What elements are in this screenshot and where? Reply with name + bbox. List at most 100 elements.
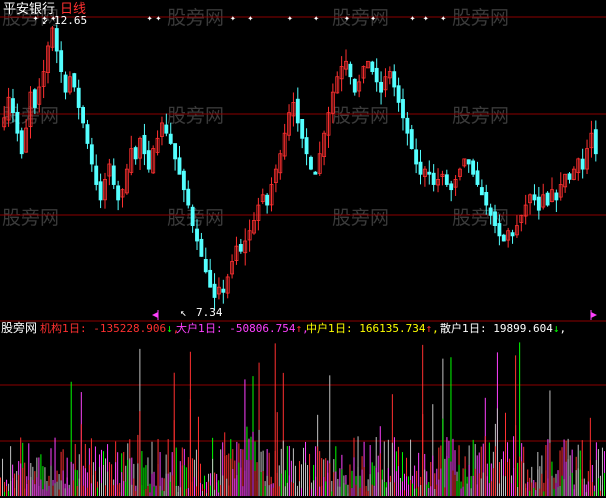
- candle-body: [190, 206, 195, 226]
- candle-body: [168, 133, 173, 144]
- legend-dahu-name: 大户1日: [176, 321, 216, 335]
- candle-body: [501, 234, 506, 242]
- candle-body: [59, 50, 64, 73]
- candle-body: [98, 181, 103, 201]
- watermark-text: 股旁网: [332, 105, 389, 127]
- candle-body: [203, 259, 208, 273]
- candle-body: [396, 85, 401, 103]
- candle-body: [304, 137, 309, 155]
- high-price-label: 12.65: [54, 14, 87, 27]
- candle-body: [208, 269, 213, 288]
- candle-body: [63, 74, 68, 93]
- candle-body: [418, 161, 423, 175]
- candle-body: [567, 173, 572, 180]
- candle-body: [81, 107, 86, 124]
- candle-body: [479, 187, 484, 196]
- high-arrow-icon: ↙: [42, 14, 49, 27]
- candle-body: [379, 81, 384, 93]
- candle-body: [431, 172, 436, 185]
- watermark-text: 股旁网: [167, 105, 224, 127]
- candle-body: [177, 157, 182, 175]
- signal-star-icon: ✦: [147, 13, 153, 24]
- candle-body: [444, 174, 449, 185]
- legend-sanhu-value: 19899.604: [493, 322, 553, 335]
- low-price-label: 7.34: [196, 306, 223, 319]
- candle-body: [72, 73, 77, 88]
- candle-body: [295, 98, 300, 124]
- candle-body: [580, 158, 585, 170]
- signal-star-icon: ✦: [287, 13, 293, 24]
- candle-body: [352, 78, 357, 93]
- candle-body: [466, 159, 471, 165]
- candle-body: [116, 185, 121, 201]
- candle-body: [554, 192, 559, 201]
- candle-body: [593, 129, 598, 155]
- candle-body: [94, 165, 99, 185]
- stock-chart[interactable]: 股旁网 股旁网 股旁网 股旁网股旁网 股旁网 股旁网 股旁网股旁网 股旁网 股旁网 股旁网 ✦ ✦ ✦…: [0, 0, 606, 498]
- candle-body: [300, 118, 305, 139]
- signal-star-icon: ✦: [370, 13, 376, 24]
- candle-body: [374, 67, 379, 83]
- candle-body: [181, 170, 186, 191]
- candle-body: [146, 150, 151, 170]
- signal-star-icon: ✦: [410, 13, 416, 24]
- candle-body: [212, 283, 217, 298]
- signal-star-icon: ✦: [423, 13, 429, 24]
- signal-star-icon: ✦: [344, 13, 350, 24]
- watermark-text: 股旁网: [452, 105, 509, 127]
- signal-star-icon: ✦: [440, 13, 446, 24]
- candle-body: [449, 183, 454, 191]
- candle-body: [414, 149, 419, 165]
- candle-body: [54, 28, 59, 52]
- candle-body: [475, 170, 480, 185]
- candle-body: [497, 223, 502, 237]
- candle-body: [532, 194, 537, 201]
- watermark-text: 股旁网: [332, 207, 389, 229]
- legend-zhonghu-arrow-icon: ↑: [425, 322, 432, 335]
- legend-zhonghu-name: 中户1日: [306, 321, 346, 335]
- low-arrow-icon: ↖: [180, 306, 187, 319]
- candle-body: [19, 130, 24, 155]
- legend-dahu: 大户1日: -50806.754↑,: [176, 321, 309, 335]
- legend-jigou-value: -135228.906: [93, 322, 166, 335]
- candle-body: [484, 191, 489, 206]
- candle-body: [32, 89, 37, 108]
- candle-body: [370, 61, 375, 73]
- candle-body: [401, 99, 405, 119]
- candle-body: [493, 211, 497, 226]
- signal-star-icon: ✦: [155, 13, 161, 24]
- watermark-text: 股旁网: [2, 207, 59, 229]
- candle-body: [510, 232, 515, 237]
- watermark-text: 股旁网: [167, 7, 224, 29]
- candle-body: [133, 147, 138, 160]
- candle-body: [11, 98, 15, 114]
- candle-body: [313, 171, 318, 175]
- indicator-title: 股旁网: [1, 320, 37, 335]
- candle-body: [111, 165, 116, 185]
- legend-jigou: 机构1日: -135228.906↓,: [40, 321, 179, 335]
- candle-body: [265, 194, 270, 206]
- legend-zhonghu: 中户1日: 166135.734↑,: [306, 321, 439, 335]
- legend-sanhu: 散户1日: 19899.604↓,: [440, 321, 566, 335]
- candle-body: [488, 207, 493, 216]
- candle-body: [221, 288, 226, 293]
- signal-star-icon: ✦: [230, 13, 236, 24]
- legend-dahu-value: -50806.754: [229, 322, 296, 335]
- legend-sanhu-arrow-icon: ↓: [553, 322, 560, 335]
- indicator-legend: 股旁网 机构1日: -135228.906↓, 大户1日: -50806.754…: [1, 320, 566, 335]
- candle-body: [85, 124, 90, 144]
- candle-body: [89, 144, 94, 165]
- watermark-text: 股旁网: [452, 7, 509, 29]
- candle-body: [405, 117, 410, 134]
- legend-jigou-name: 机构1日: [40, 321, 80, 335]
- candle-body: [195, 228, 199, 242]
- legend-zhonghu-value: 166135.734: [359, 322, 426, 335]
- candle-body: [392, 71, 397, 88]
- candle-body: [186, 188, 191, 206]
- candle-body: [15, 111, 20, 134]
- legend-sanhu-name: 散户1日: [440, 321, 480, 335]
- candle-body: [545, 192, 550, 206]
- candle-body: [409, 129, 414, 149]
- signal-star-icon: ✦: [247, 13, 253, 24]
- candle-body: [173, 143, 178, 160]
